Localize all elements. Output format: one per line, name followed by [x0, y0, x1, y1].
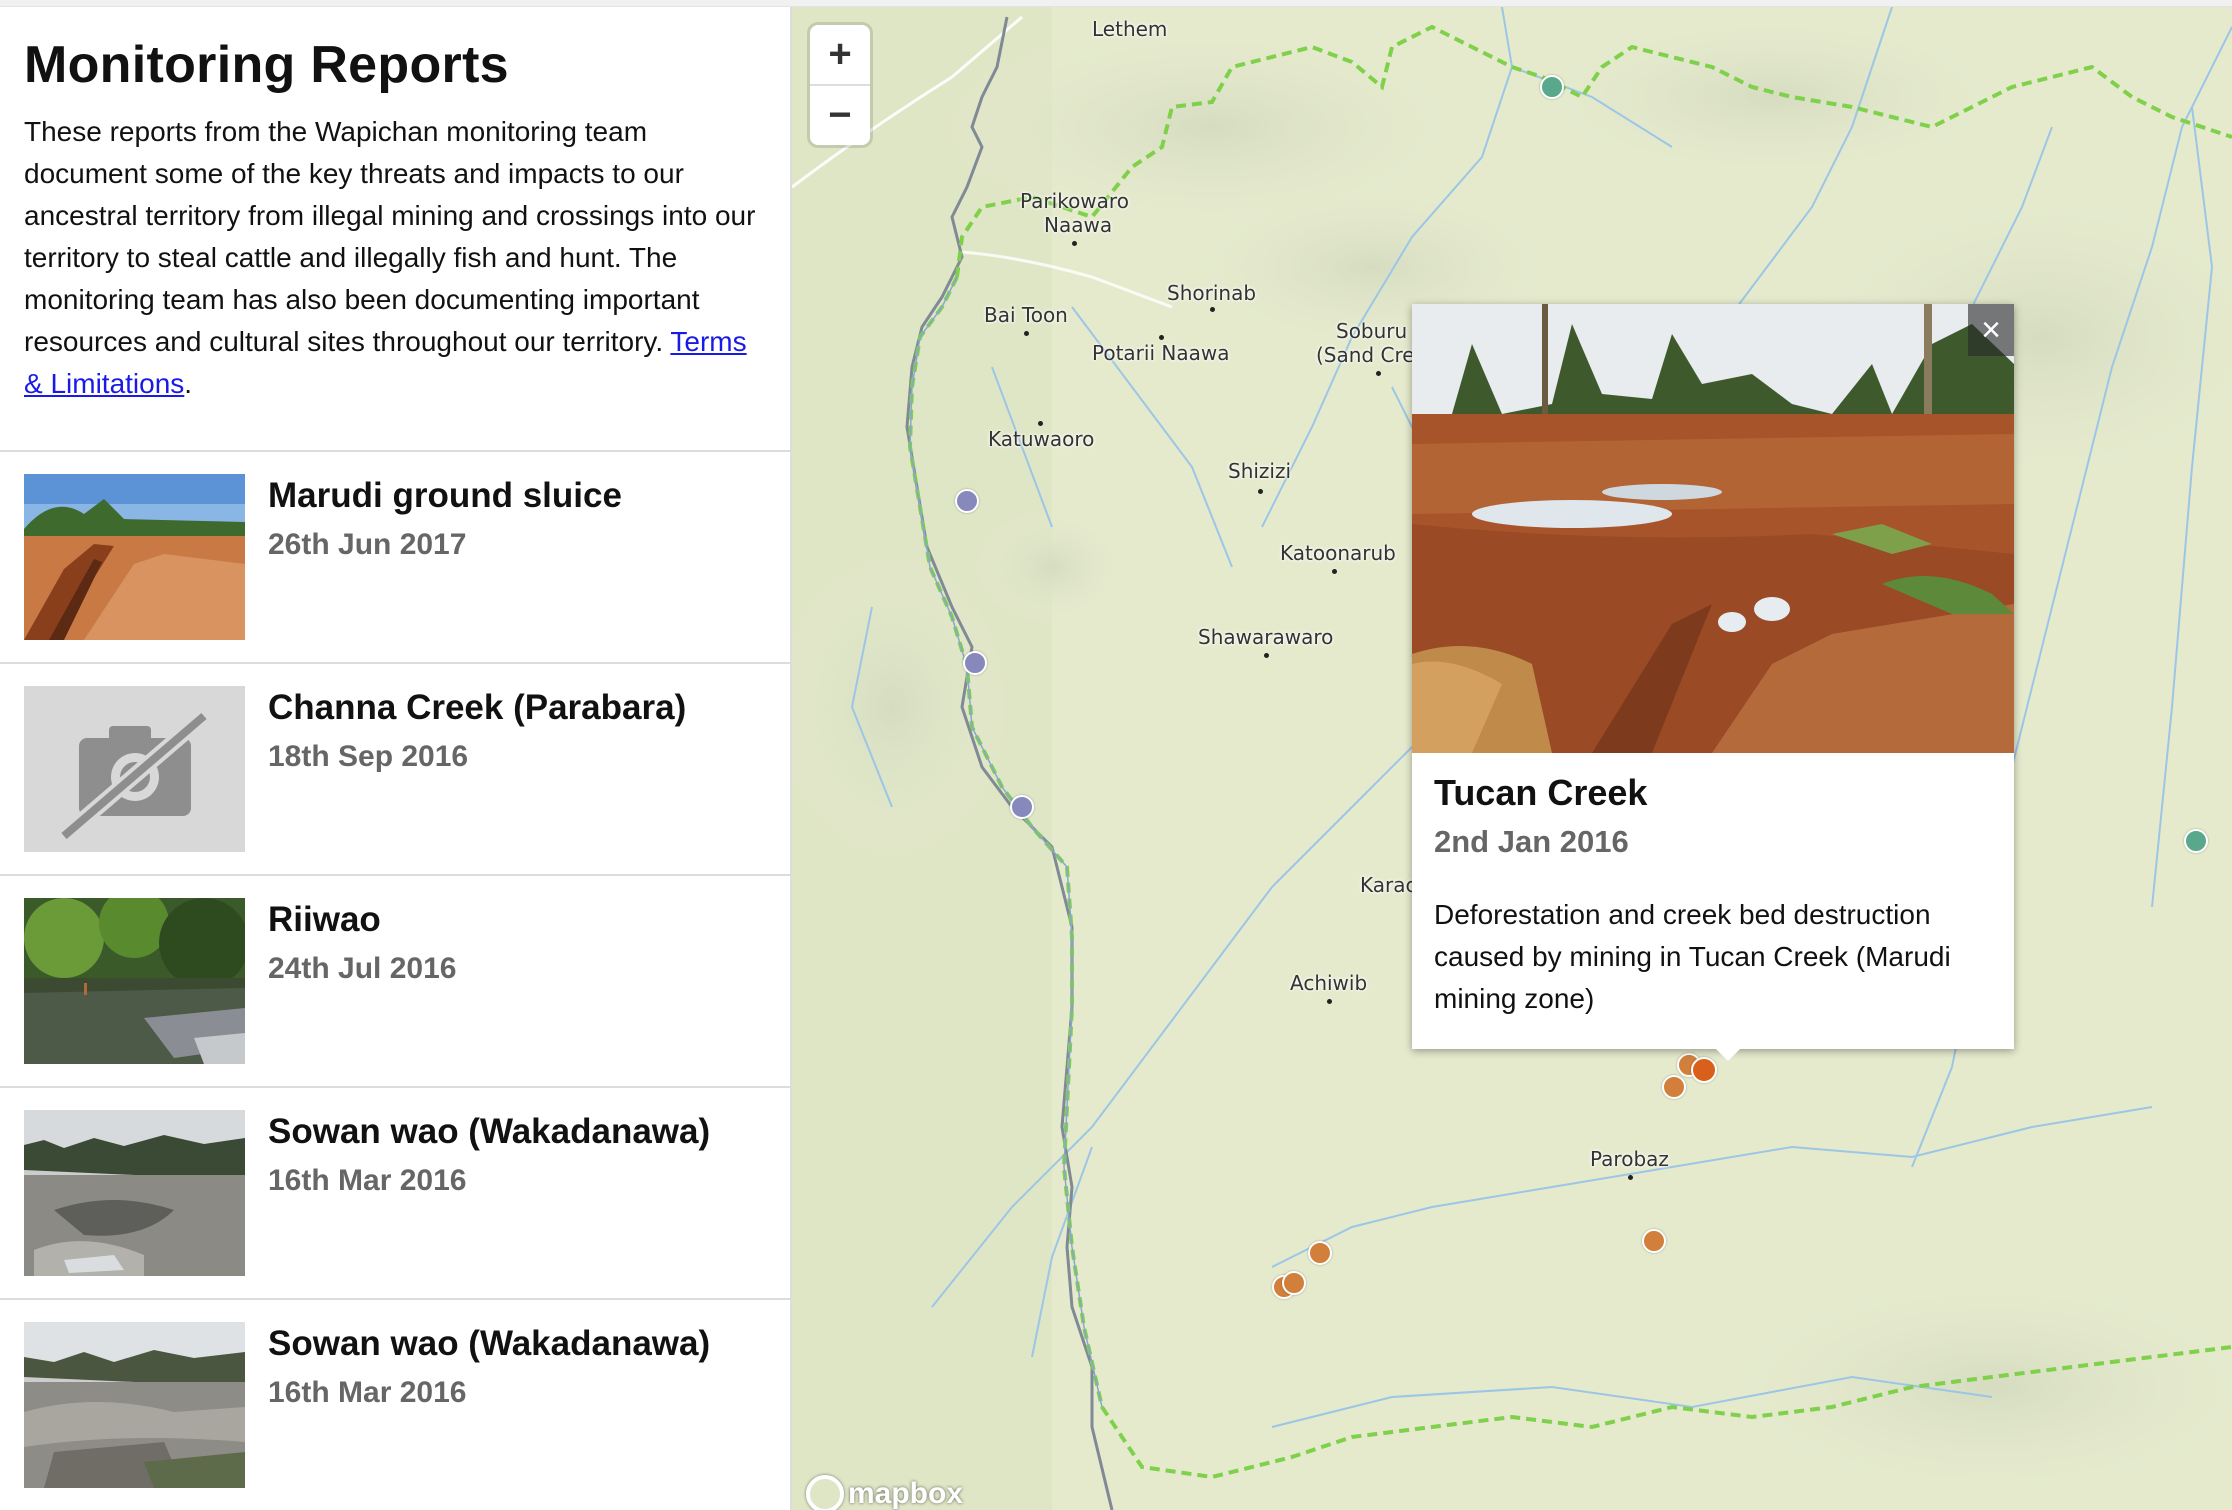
report-marker[interactable] — [963, 651, 987, 675]
place-label-katuwaoro: Katuwaoro — [988, 427, 1095, 451]
close-icon[interactable]: × — [1968, 304, 2014, 356]
report-photo — [24, 1322, 245, 1488]
report-popup: × Tucan Creek 2nd Jan 2016 Deforestation… — [1412, 304, 2014, 1061]
place-label-shawarawaro: Shawarawaro — [1198, 625, 1334, 649]
reports-sidebar: Monitoring Reports These reports from th… — [0, 7, 792, 1510]
report-item-marudi-ground-sluice[interactable]: Marudi ground sluice 26th Jun 2017 — [0, 450, 790, 662]
popup-description: Deforestation and creek bed destruction … — [1434, 899, 1951, 1014]
place-label-naawa: Naawa — [1044, 213, 1113, 237]
report-date: 26th Jun 2017 — [268, 528, 467, 561]
town-dot — [1024, 331, 1029, 336]
zoom-out-button[interactable]: − — [810, 84, 870, 145]
intro-body: These reports from the Wapichan monitori… — [24, 116, 756, 357]
no-photo-icon — [24, 686, 245, 852]
report-marker[interactable] — [955, 489, 979, 513]
report-photo — [24, 898, 245, 1064]
report-date: 24th Jul 2016 — [268, 952, 457, 985]
report-marker[interactable] — [1282, 1271, 1306, 1295]
report-marker[interactable] — [1010, 795, 1034, 819]
report-thumbnail[interactable] — [24, 474, 245, 640]
place-label-parikowaro: Parikowaro — [1020, 189, 1129, 213]
town-dot — [1072, 241, 1077, 246]
report-item-sowan-wao-1[interactable]: Sowan wao (Wakadanawa) 16th Mar 2016 — [0, 1086, 790, 1298]
town-dot — [1327, 999, 1332, 1004]
popup-date: 2nd Jan 2016 — [1434, 824, 1629, 859]
town-dot — [1628, 1175, 1633, 1180]
place-label-lethem: Lethem — [1092, 17, 1168, 41]
town-dot — [1264, 653, 1269, 658]
report-marker[interactable] — [1308, 1241, 1332, 1265]
town-dot — [1258, 489, 1263, 494]
mapbox-logo-icon — [806, 1475, 844, 1510]
place-label-parobaz: Parobaz — [1590, 1147, 1669, 1171]
town-dot — [1038, 421, 1043, 426]
intro-text: These reports from the Wapichan monitori… — [24, 111, 764, 405]
report-marker[interactable] — [1642, 1229, 1666, 1253]
report-title[interactable]: Sowan wao (Wakadanawa) — [268, 1324, 710, 1364]
report-title[interactable]: Marudi ground sluice — [268, 476, 622, 516]
report-marker[interactable] — [2184, 829, 2208, 853]
report-title[interactable]: Riiwao — [268, 900, 381, 940]
report-photo — [24, 1110, 245, 1276]
browser-top-edge — [0, 0, 2232, 7]
report-item-riiwao[interactable]: Riiwao 24th Jul 2016 — [0, 874, 790, 1086]
intro-suffix: . — [184, 368, 193, 399]
report-title[interactable]: Channa Creek (Parabara) — [268, 688, 686, 728]
town-dot — [1210, 307, 1215, 312]
town-dot — [1376, 371, 1381, 376]
place-label-achiwib: Achiwib — [1290, 971, 1368, 995]
zoom-in-button[interactable]: + — [810, 25, 870, 84]
report-thumbnail[interactable] — [24, 898, 245, 1064]
report-date: 16th Mar 2016 — [268, 1376, 467, 1409]
place-label-shorinab: Shorinab — [1167, 281, 1257, 305]
place-label-bai-toon: Bai Toon — [984, 303, 1068, 327]
report-thumbnail[interactable] — [24, 1110, 245, 1276]
town-dot — [1332, 569, 1337, 574]
popup-title: Tucan Creek — [1434, 772, 1648, 813]
place-label-soburu: Soburu — [1336, 319, 1408, 343]
place-label-katoonarub: Katoonarub — [1280, 541, 1396, 565]
popup-tip — [1714, 1047, 1742, 1061]
page-title: Monitoring Reports — [24, 36, 509, 94]
map-view[interactable]: + − Lethem Parikowaro Naawa Shorinab Bai… — [792, 7, 2232, 1510]
report-photo — [24, 474, 245, 640]
report-date: 18th Sep 2016 — [268, 740, 469, 773]
report-title[interactable]: Sowan wao (Wakadanawa) — [268, 1112, 710, 1152]
place-label-sand-creek: (Sand Cre — [1316, 343, 1415, 367]
report-item-sowan-wao-2[interactable]: Sowan wao (Wakadanawa) 16th Mar 2016 — [0, 1298, 790, 1510]
place-label-karac: Karac — [1360, 873, 1417, 897]
zoom-control: + − — [810, 25, 870, 145]
report-thumbnail[interactable] — [24, 686, 245, 852]
report-list: Marudi ground sluice 26th Jun 2017 Chann… — [0, 450, 790, 1510]
report-marker[interactable] — [1662, 1075, 1686, 1099]
popup-photo — [1412, 304, 2014, 753]
report-marker[interactable] — [1540, 75, 1564, 99]
report-item-channa-creek[interactable]: Channa Creek (Parabara) 18th Sep 2016 — [0, 662, 790, 874]
report-thumbnail[interactable] — [24, 1322, 245, 1488]
mapbox-logo-text: mapbox — [848, 1477, 964, 1510]
town-dot — [1159, 335, 1164, 340]
place-label-shizizi: Shizizi — [1228, 459, 1292, 483]
report-date: 16th Mar 2016 — [268, 1164, 467, 1197]
place-label-potarii-naawa: Potarii Naawa — [1092, 341, 1230, 365]
mapbox-logo[interactable]: mapbox — [806, 1475, 963, 1510]
